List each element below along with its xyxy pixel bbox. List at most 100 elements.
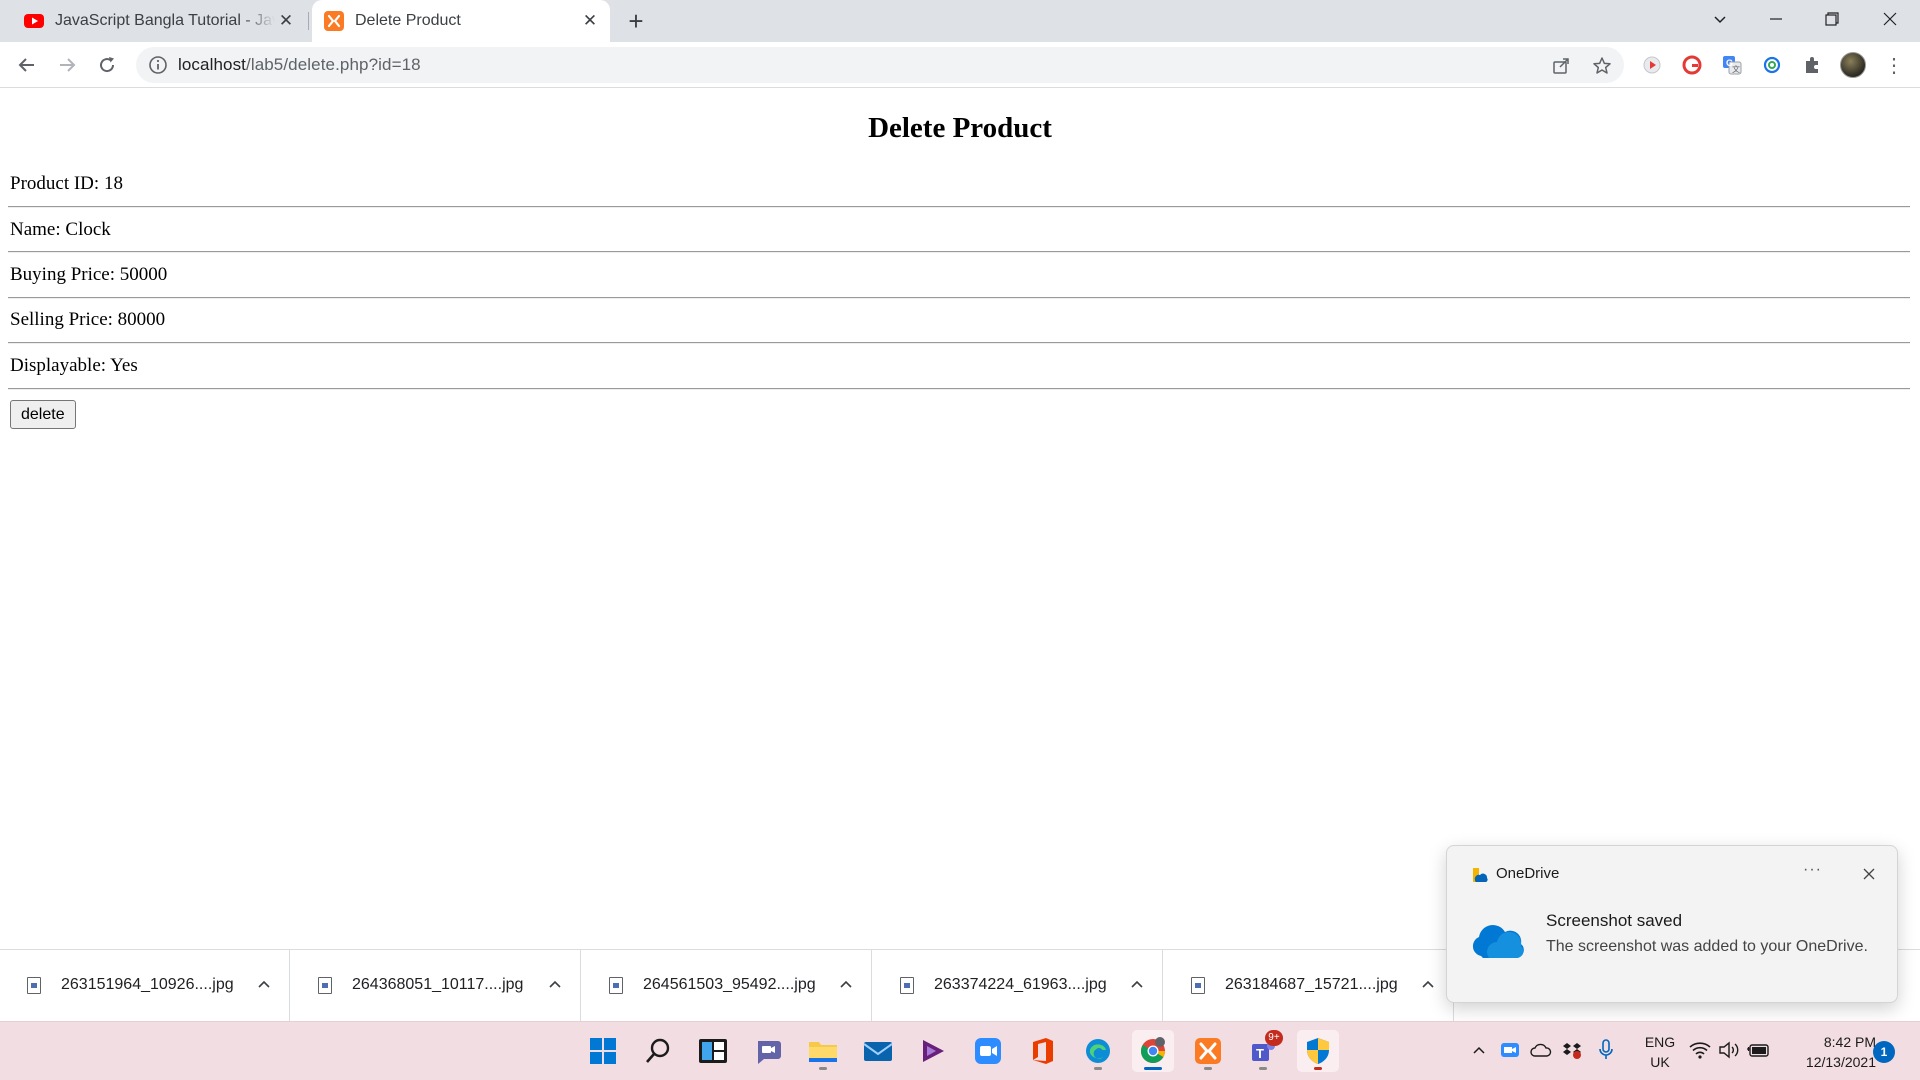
media-extension-icon[interactable] [1641,54,1663,76]
site-info-icon[interactable] [148,55,168,75]
notification-body: The screenshot was added to your OneDriv… [1546,938,1868,955]
grammarly-extension-icon[interactable] [1681,54,1703,76]
running-indicator [1259,1067,1267,1070]
edge-icon[interactable] [1077,1030,1119,1072]
image-file-icon [609,977,623,994]
restore-icon[interactable] [1808,0,1856,38]
url-text[interactable]: localhost/lab5/delete.php?id=18 [178,55,421,75]
battery-icon[interactable] [1746,1038,1770,1062]
running-indicator [1204,1067,1212,1070]
divider [8,342,1910,344]
image-file-icon [318,977,332,994]
onedrive-cloud-icon [1472,924,1524,958]
bookmark-star-icon[interactable] [1591,55,1613,77]
tab-divider [308,12,309,30]
running-indicator [1314,1067,1322,1070]
divider [8,251,1910,253]
field-value: Yes [110,355,138,376]
search-icon[interactable] [637,1030,679,1072]
teams-icon[interactable]: T 9+ [1242,1030,1284,1072]
notification-count-badge[interactable]: 1 [1873,1041,1895,1063]
chevron-up-icon[interactable] [1127,974,1147,994]
widgets-icon[interactable] [692,1030,734,1072]
translate-extension-icon[interactable]: G文 [1721,54,1743,76]
more-options-icon[interactable]: ··· [1803,861,1822,879]
chrome-icon[interactable] [1132,1030,1174,1072]
download-item[interactable]: 263374224_61963....jpg [873,950,1163,1022]
youtube-icon [24,14,44,28]
profile-avatar[interactable] [1840,52,1866,78]
minimize-icon[interactable] [1752,0,1800,38]
running-indicator [819,1067,827,1070]
windows-start-icon[interactable] [582,1030,624,1072]
windows-security-icon[interactable] [1297,1030,1339,1072]
field-value: Clock [65,219,111,240]
zoom-icon[interactable] [967,1030,1009,1072]
notification-title: Screenshot saved [1546,911,1683,930]
delete-button[interactable]: delete [10,400,76,429]
tab-youtube[interactable]: JavaScript Bangla Tutorial - JavaScript … [0,0,306,42]
chevron-up-icon[interactable] [1418,974,1438,994]
url-path: /lab5/delete.php?id=18 [246,55,421,74]
tab-title: Delete Product [355,12,461,29]
tray-overflow-chevron-icon[interactable] [1467,1038,1491,1062]
address-bar[interactable]: localhost/lab5/delete.php?id=18 [136,47,1624,83]
url-host: localhost [178,55,246,74]
dropbox-tray-icon[interactable] [1560,1038,1584,1062]
image-file-icon [27,977,41,994]
system-clock[interactable]: 8:42 PM 12/13/2021 [1784,1032,1876,1072]
tab-search-chevron-icon[interactable] [1696,0,1744,38]
teams-chat-icon[interactable] [747,1030,789,1072]
close-tab-icon[interactable]: ✕ [580,11,600,31]
window-close-icon[interactable] [1866,0,1914,38]
onedrive-tray-icon[interactable] [1529,1038,1553,1062]
download-item[interactable]: 264368051_10117....jpg [291,950,581,1022]
onedrive-notification[interactable]: OneDrive ··· Screenshot saved The screen… [1446,845,1898,1003]
field-value: 50000 [119,264,168,285]
close-icon[interactable] [1861,866,1877,882]
download-filename: 263184687_15721....jpg [1225,976,1398,993]
extensions-puzzle-icon[interactable] [1801,54,1823,76]
reload-icon[interactable] [93,51,121,79]
back-arrow-icon[interactable] [13,51,41,79]
divider [8,388,1910,390]
mail-icon[interactable] [857,1030,899,1072]
page-title: Delete Product [868,112,1052,144]
download-item[interactable]: 263184687_15721....jpg [1164,950,1454,1022]
language-region: UK [1650,1054,1670,1070]
field-value: 80000 [117,309,166,330]
microphone-icon[interactable] [1594,1038,1618,1062]
download-filename: 264368051_10117....jpg [352,976,524,993]
zoom-tray-icon[interactable] [1498,1038,1522,1062]
tab-delete-product[interactable]: Delete Product ✕ [312,0,610,42]
file-explorer-icon[interactable] [802,1030,844,1072]
visual-studio-icon[interactable] [912,1030,954,1072]
field-label: Name: [10,219,66,240]
svg-text:T: T [1256,1046,1264,1061]
browser-menu-icon[interactable]: ⋮ [1882,53,1906,77]
download-item[interactable]: 264561503_95492....jpg [582,950,872,1022]
image-file-icon [1191,977,1205,994]
close-tab-icon[interactable]: ✕ [276,11,296,31]
xampp-taskbar-icon[interactable] [1187,1030,1229,1072]
field-label: Product ID: [10,173,104,194]
office-icon[interactable] [1022,1030,1064,1072]
chevron-up-icon[interactable] [545,974,565,994]
download-item[interactable]: 263151964_10926....jpg [0,950,290,1022]
forward-arrow-icon[interactable] [53,51,81,79]
language-code: ENG [1644,1034,1676,1050]
tab-title: JavaScript Bangla Tutorial - JavaScript [55,12,275,29]
new-tab-button[interactable]: + [622,8,650,36]
field-name: Name: Clock [10,219,111,241]
chevron-up-icon[interactable] [254,974,274,994]
input-language[interactable]: ENG UK [1640,1032,1680,1072]
tab-strip: JavaScript Bangla Tutorial - JavaScript … [0,0,1920,42]
field-buying-price: Buying Price: 50000 [10,264,167,286]
chevron-up-icon[interactable] [836,974,856,994]
share-icon[interactable] [1550,55,1572,77]
sync-extension-icon[interactable] [1761,54,1783,76]
field-label: Displayable: [10,355,111,376]
volume-icon[interactable] [1717,1038,1741,1062]
wifi-icon[interactable] [1688,1038,1712,1062]
download-filename: 263374224_61963....jpg [934,976,1107,993]
